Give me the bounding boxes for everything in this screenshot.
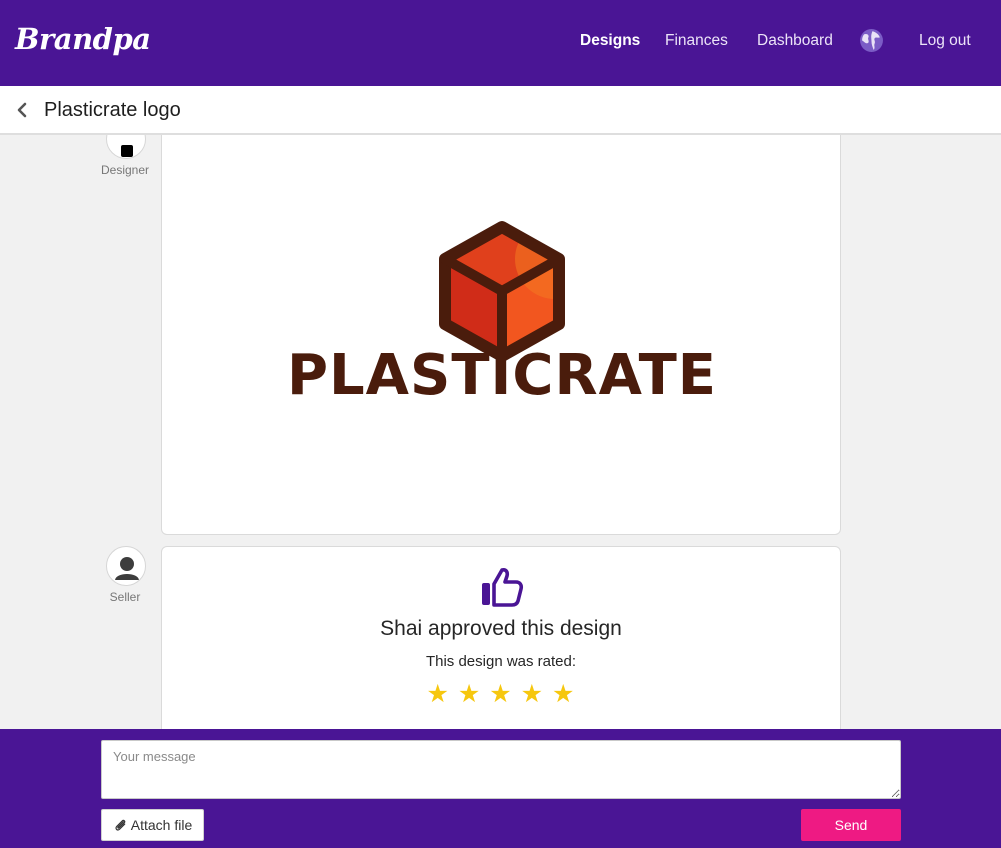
approval-title: Shai approved this design: [380, 617, 622, 640]
message-composer: Attach file Send: [0, 729, 1001, 848]
attach-file-label: Attach file: [130, 817, 193, 833]
logo-wordmark: PLASTICRATE: [286, 343, 718, 408]
designer-label: Designer: [100, 163, 150, 177]
top-navigation-bar: Brandpa Designs Finances Dashboard Log o…: [0, 0, 1001, 86]
seller-avatar: [106, 546, 146, 586]
nav-designs[interactable]: Designs: [580, 32, 640, 50]
seller-label: Seller: [109, 590, 141, 604]
design-logo-preview: PLASTICRATE: [282, 181, 722, 411]
star-icon: ★: [426, 680, 450, 708]
nav-finances[interactable]: Finances: [665, 32, 728, 50]
brand-logo[interactable]: Brandpa: [15, 22, 151, 56]
design-image-card[interactable]: PLASTICRATE: [161, 100, 841, 535]
rating-label: This design was rated:: [425, 653, 577, 670]
globe-icon[interactable]: [859, 28, 884, 53]
star-icon: ★: [520, 680, 545, 708]
page-title: Plasticrate logo: [44, 99, 181, 121]
star-icon: ★: [489, 680, 513, 708]
nav-dashboard[interactable]: Dashboard: [757, 32, 833, 50]
attach-file-button[interactable]: Attach file: [101, 809, 204, 841]
paperclip-icon: [115, 819, 126, 831]
message-input[interactable]: [101, 740, 901, 799]
user-icon: [115, 557, 139, 580]
star-icon: ★: [457, 680, 482, 708]
star-icon: ★: [552, 680, 576, 708]
star-rating: ★ ★ ★ ★ ★: [162, 679, 840, 709]
logout-link[interactable]: Log out: [919, 32, 971, 50]
page-header: Plasticrate logo: [0, 86, 1001, 135]
thumbs-up-icon: [482, 568, 524, 607]
send-button[interactable]: Send: [801, 809, 901, 841]
chevron-left-icon[interactable]: [12, 100, 32, 120]
